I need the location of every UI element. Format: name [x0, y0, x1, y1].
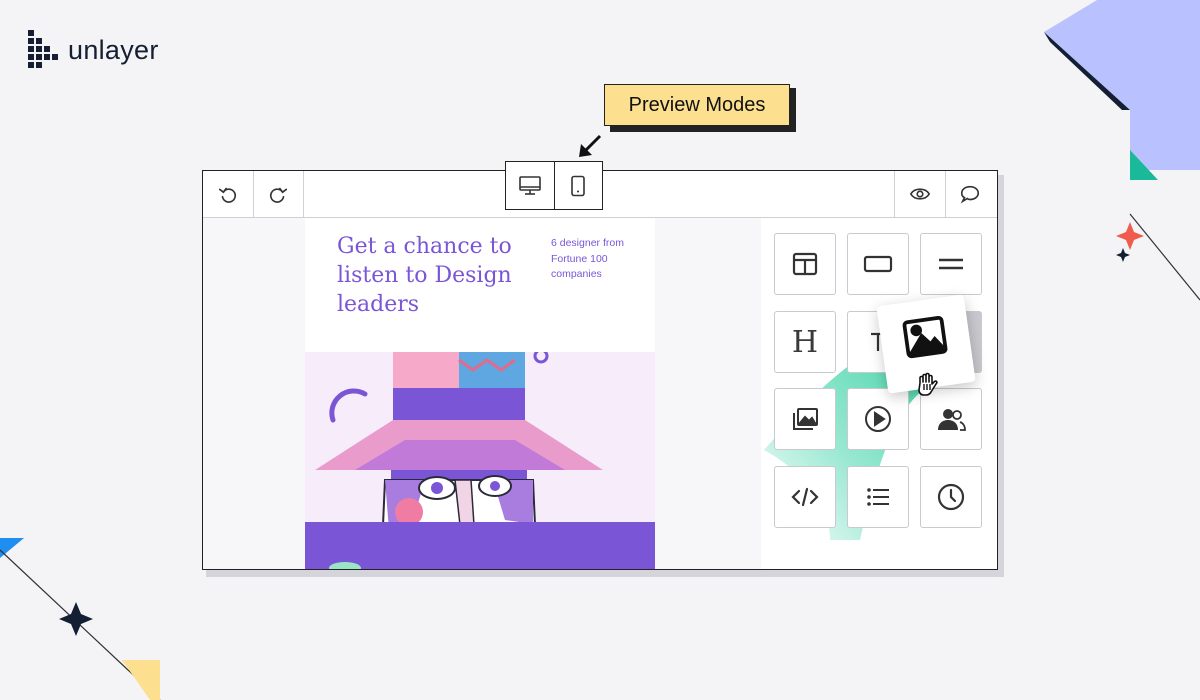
tool-video[interactable] [847, 388, 909, 450]
unlayer-logo-icon [28, 30, 58, 68]
preview-modes-callout: Preview Modes [604, 84, 790, 126]
heading-icon: H [791, 324, 819, 360]
decoration-top-right [1044, 0, 1200, 301]
image-icon [902, 315, 948, 359]
columns-icon [792, 252, 818, 276]
email-hero-illustration[interactable] [305, 352, 655, 570]
comment-icon [960, 185, 980, 204]
mobile-preview-button[interactable] [553, 162, 603, 209]
button-icon [863, 255, 893, 273]
undo-button[interactable] [203, 171, 254, 217]
tool-timer[interactable] [920, 466, 982, 528]
canvas-gutter-left [203, 218, 305, 569]
email-preview[interactable]: Get a chance to listen to Design leaders… [305, 218, 655, 570]
code-icon [791, 487, 819, 507]
sparkle-navy-icon [1116, 248, 1130, 262]
video-icon [865, 406, 891, 432]
redo-icon [269, 187, 288, 203]
email-heading[interactable]: Get a chance to listen to Design leaders [337, 232, 537, 319]
divider-icon [939, 258, 963, 270]
preview-modes-group [505, 161, 603, 210]
decoration-bottom-left [0, 538, 161, 700]
email-subheading[interactable]: 6 designer from Fortune 100 companies [551, 236, 651, 283]
brand-name: unlayer [68, 34, 159, 65]
preview-eye-button[interactable] [894, 171, 946, 217]
menu-icon [867, 488, 889, 506]
carousel-icon [793, 408, 818, 430]
tool-code[interactable] [774, 466, 836, 528]
sparkle-dark-icon [59, 602, 93, 636]
tool-divider[interactable] [920, 233, 982, 295]
comments-button[interactable] [945, 171, 995, 217]
desktop-icon [518, 175, 541, 195]
redo-button[interactable] [253, 171, 304, 217]
canvas-gutter-right [655, 218, 761, 569]
undo-icon [218, 187, 237, 203]
tool-menu[interactable] [847, 466, 909, 528]
tool-button[interactable] [847, 233, 909, 295]
tool-columns[interactable] [774, 233, 836, 295]
desktop-preview-button[interactable] [506, 162, 554, 209]
eye-icon [909, 188, 931, 200]
tool-carousel[interactable] [774, 388, 836, 450]
brand-logo: unlayer [28, 30, 159, 70]
grab-cursor-icon [918, 372, 938, 396]
mobile-icon [571, 175, 586, 196]
tool-heading[interactable]: H [774, 311, 836, 373]
timer-icon [937, 483, 965, 511]
social-icon [938, 409, 966, 431]
callout-arrow-icon [579, 134, 602, 157]
